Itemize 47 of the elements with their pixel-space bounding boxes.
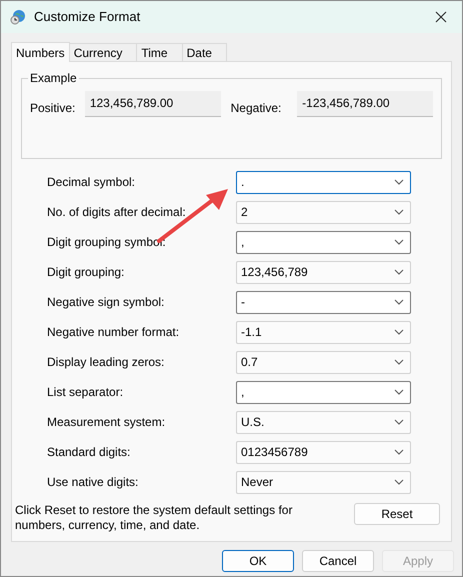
dropdown[interactable]: 2	[236, 200, 411, 224]
dropdown[interactable]: 0123456789	[236, 440, 411, 464]
reset-button[interactable]: Reset	[354, 503, 440, 525]
dropdown[interactable]: ,	[236, 380, 411, 404]
chevron-down-icon	[394, 329, 404, 335]
dropdown[interactable]: .	[236, 170, 411, 194]
setting-label: Decimal symbol:	[47, 174, 136, 191]
window-title: Customize Format	[34, 8, 142, 26]
chevron-down-icon	[394, 239, 404, 245]
tab[interactable]: Currency	[68, 43, 138, 61]
chevron-down-icon	[394, 389, 404, 395]
dropdown[interactable]: -	[236, 290, 411, 314]
chevron-down-icon	[394, 269, 404, 275]
setting-label: Display leading zeros:	[47, 354, 166, 371]
dropdown[interactable]: 123,456,789	[236, 260, 411, 284]
positive-label: Positive:	[30, 100, 76, 117]
dialog-button[interactable]: OK	[222, 550, 294, 572]
dropdown[interactable]: 0.7	[236, 350, 411, 374]
chevron-down-icon	[394, 419, 404, 425]
chevron-down-icon	[394, 479, 404, 485]
positive-value: 123,456,789.00	[84, 91, 221, 117]
chevron-down-icon	[394, 179, 404, 185]
setting-label: Negative sign symbol:	[47, 294, 166, 311]
close-icon[interactable]	[435, 11, 447, 23]
negative-label: Negative:	[230, 100, 282, 117]
dropdown[interactable]: ,	[236, 230, 411, 254]
dialog-button[interactable]: Cancel	[302, 550, 374, 572]
setting-label: No. of digits after decimal:	[47, 204, 187, 221]
dropdown[interactable]: U.S.	[236, 410, 411, 434]
group-title: Example	[28, 71, 79, 85]
chevron-down-icon	[394, 209, 404, 215]
reset-note: Click Reset to restore the system default settings for numbers, currency, time, and date.	[15, 503, 294, 533]
setting-label: Negative number format:	[47, 324, 180, 341]
setting-label: List separator:	[47, 384, 124, 401]
tab[interactable]: Numbers	[11, 42, 70, 62]
chevron-down-icon	[394, 359, 404, 365]
globe-clock-icon	[10, 9, 26, 25]
chevron-down-icon	[394, 299, 404, 305]
tab[interactable]: Date	[182, 43, 227, 61]
dropdown[interactable]: Never	[236, 470, 411, 494]
negative-value: -123,456,789.00	[297, 91, 433, 117]
setting-label: Digit grouping:	[47, 264, 126, 281]
chevron-down-icon	[394, 449, 404, 455]
dropdown[interactable]: -1.1	[236, 320, 411, 344]
setting-label: Measurement system:	[47, 414, 166, 431]
setting-label: Standard digits:	[47, 444, 132, 461]
setting-label: Use native digits:	[47, 474, 140, 491]
